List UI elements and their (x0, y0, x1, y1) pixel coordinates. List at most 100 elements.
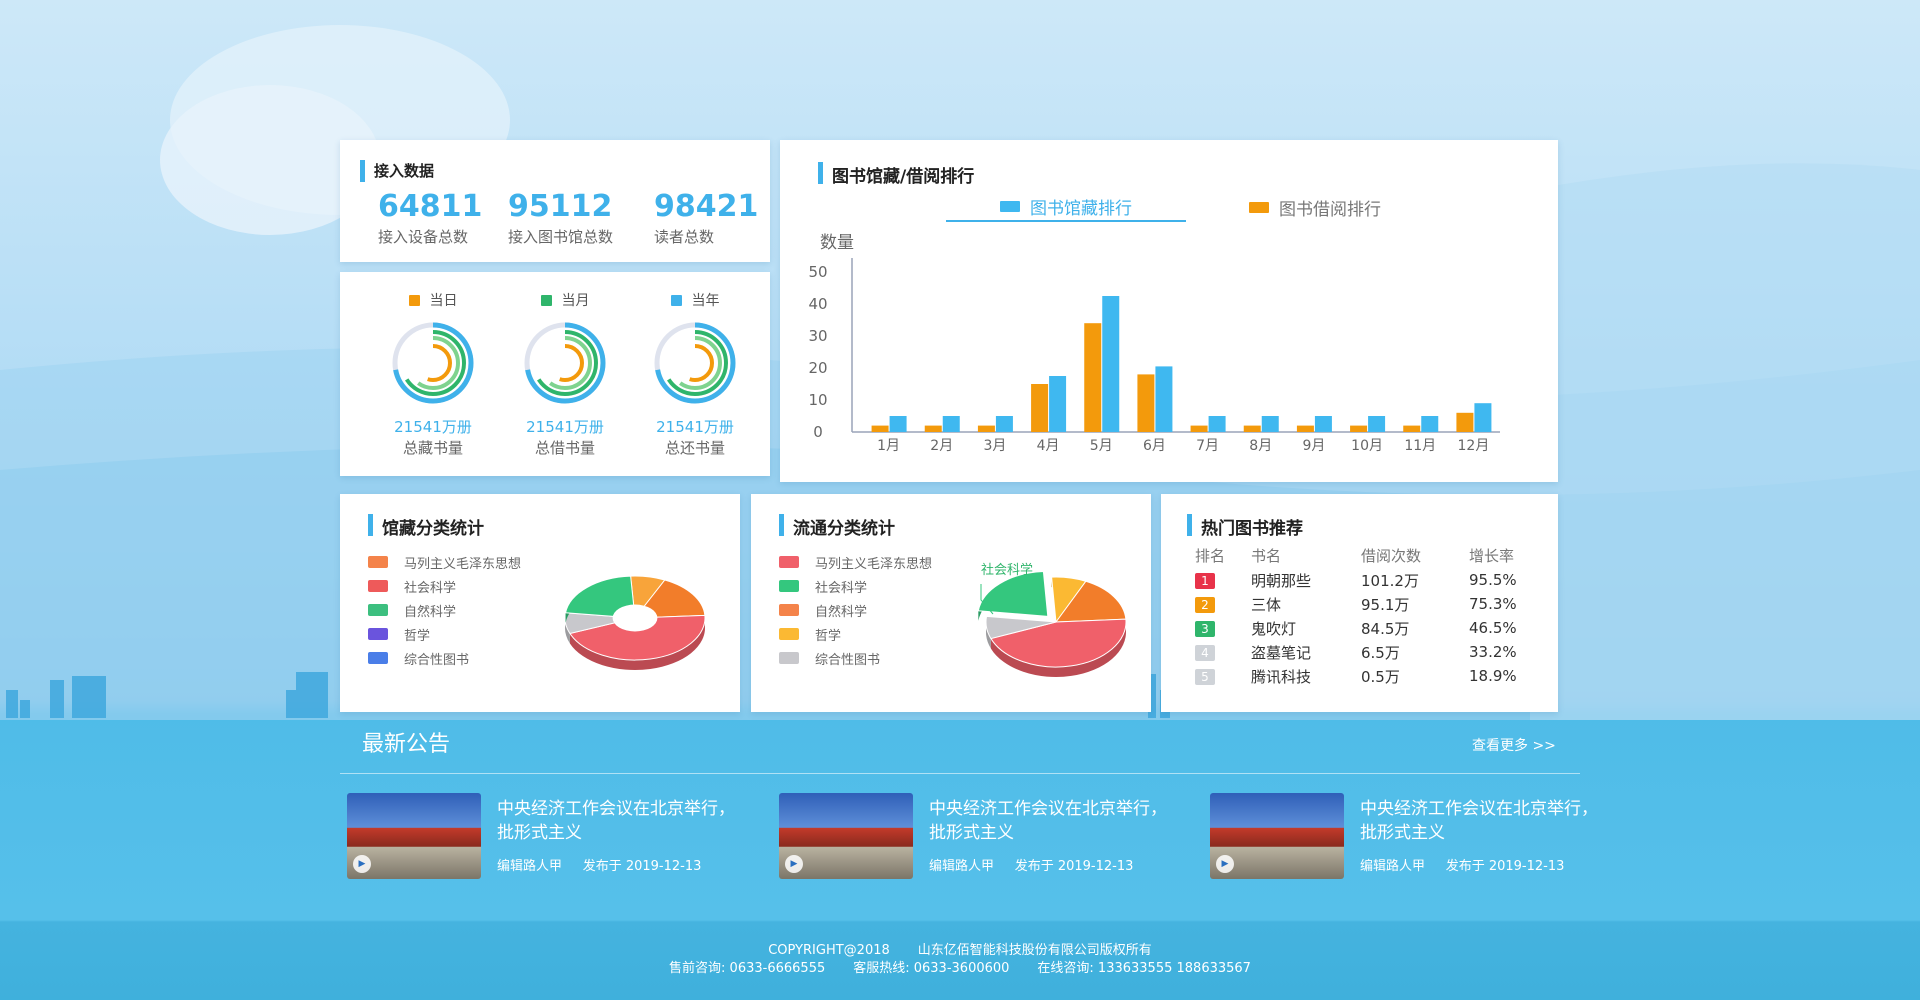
news-title[interactable]: 中央经济工作会议在北京举行，批形式主义 (497, 797, 737, 845)
legend-item[interactable]: 哲学 (368, 622, 521, 646)
news-meta: 编辑路人甲 发布于 2019-12-13 (1360, 855, 1564, 874)
news-thumbnail[interactable]: ▶ (347, 793, 481, 879)
legend-label: 马列主义毛泽东思想 (815, 556, 933, 572)
copyright: COPYRIGHT@2018 (768, 943, 890, 958)
bar[interactable] (1102, 296, 1120, 432)
news-title[interactable]: 中央经济工作会议在北京举行，批形式主义 (1360, 797, 1600, 845)
y-axis-label: 数量 (820, 233, 854, 253)
play-icon[interactable]: ▶ (785, 855, 803, 873)
bar[interactable] (1190, 425, 1208, 432)
pie-chart: 社会科学 (977, 562, 1127, 677)
x-tick-label: 9月 (1302, 438, 1325, 454)
news-thumbnail[interactable]: ▶ (779, 793, 913, 879)
panel-title: 馆藏分类统计 (368, 514, 484, 539)
footer: COPYRIGHT@2018 山东亿佰智能科技股份有限公司版权所有 售前咨询: 0… (0, 942, 1920, 978)
news-title[interactable]: 中央经济工作会议在北京举行，批形式主义 (929, 797, 1169, 845)
legend-item[interactable]: 马列主义毛泽东思想 (779, 550, 932, 574)
growth-rate: 33.2% (1469, 643, 1517, 661)
bar[interactable] (1208, 416, 1226, 432)
bar[interactable] (1049, 376, 1067, 432)
rank-cell: 3 (1195, 616, 1251, 640)
play-icon[interactable]: ▶ (1216, 855, 1234, 873)
ring-label: 总借书量 (534, 439, 595, 457)
legend-item[interactable]: 哲学 (779, 622, 932, 646)
bar[interactable] (1456, 412, 1474, 432)
bar[interactable] (942, 416, 960, 432)
legend-item[interactable]: 马列主义毛泽东思想 (368, 550, 521, 574)
book-title: 三体 (1251, 595, 1282, 614)
bar[interactable] (1314, 416, 1332, 432)
legend-item[interactable]: 综合性图书 (779, 646, 932, 670)
col-rank: 排名 (1195, 546, 1226, 565)
bar[interactable] (871, 425, 889, 432)
news-item[interactable]: ▶ 中央经济工作会议在北京举行，批形式主义 编辑路人甲 发布于 2019-12-… (779, 793, 1199, 883)
legend-swatch (779, 556, 799, 568)
pie-legend: 马列主义毛泽东思想 社会科学自然科学哲学 综合性图书 (368, 550, 521, 670)
book-title: 鬼吹灯 (1251, 619, 1297, 638)
bar[interactable] (889, 416, 907, 432)
growth-rate: 75.3% (1469, 595, 1517, 613)
table-row[interactable]: 3 鬼吹灯 84.5万 46.5% (1195, 616, 1525, 640)
news-item[interactable]: ▶ 中央经济工作会议在北京举行，批形式主义 编辑路人甲 发布于 2019-12-… (1210, 793, 1630, 883)
news-thumbnail[interactable]: ▶ (1210, 793, 1344, 879)
legend-item[interactable]: 社会科学 (779, 574, 932, 598)
legend-label: 自然科学 (404, 604, 457, 620)
rings-panel: 当日 21541万册 总藏书量 当月 21541万册 总借书量 当年 21541… (340, 272, 770, 476)
bar[interactable] (1421, 416, 1439, 432)
bar[interactable] (1368, 416, 1386, 432)
x-tick-label: 11月 (1404, 438, 1436, 454)
col-title: 书名 (1251, 546, 1282, 565)
bar[interactable] (1474, 403, 1492, 432)
stat-value: 64811 (378, 189, 483, 224)
legend-swatch (368, 604, 388, 616)
borrow-count: 0.5万 (1361, 667, 1400, 686)
divider (340, 773, 1580, 774)
ring-arc (400, 330, 466, 396)
y-tick-label: 0 (813, 423, 823, 441)
legend-label: 当月 (561, 293, 590, 309)
table-row[interactable]: 2 三体 95.1万 75.3% (1195, 592, 1525, 616)
news-editor: 编辑路人甲 (497, 859, 563, 874)
legend-swatch (368, 556, 388, 568)
book-title: 盗墓笔记 (1251, 643, 1312, 662)
bar[interactable] (924, 425, 942, 432)
bar[interactable] (1243, 425, 1261, 432)
news-date: 发布于 2019-12-13 (1014, 859, 1134, 874)
legend-swatch (779, 604, 799, 616)
borrow-count: 6.5万 (1361, 643, 1400, 662)
stat-readers: 98421 读者总数 (654, 190, 758, 247)
table-row[interactable]: 1 明朝那些 101.2万 95.5% (1195, 568, 1525, 592)
bar[interactable] (1261, 416, 1279, 432)
ring-value: 21541万册 (656, 418, 734, 436)
legend-item[interactable]: 自然科学 (368, 598, 521, 622)
view-more-link[interactable]: 查看更多 >> (1472, 735, 1556, 755)
table-row[interactable]: 4 盗墓笔记 6.5万 33.2% (1195, 640, 1525, 664)
legend-label: 哲学 (815, 628, 842, 644)
y-tick-label: 40 (808, 295, 827, 313)
x-tick-label: 12月 (1458, 438, 1490, 454)
panel-title: 流通分类统计 (779, 514, 895, 539)
legend-item[interactable]: 自然科学 (779, 598, 932, 622)
legend-swatch (408, 294, 420, 306)
bar[interactable] (1084, 323, 1102, 432)
bar[interactable] (1403, 425, 1421, 432)
play-icon[interactable]: ▶ (353, 855, 371, 873)
legend-item[interactable]: 综合性图书 (368, 646, 521, 670)
bar[interactable] (1296, 425, 1314, 432)
ring-label: 总还书量 (664, 439, 725, 457)
growth-rate: 18.9% (1469, 667, 1517, 685)
x-tick-label: 5月 (1090, 438, 1113, 454)
legend-swatch (368, 628, 388, 640)
bar[interactable] (1155, 366, 1173, 432)
bar[interactable] (1031, 384, 1049, 432)
bar[interactable] (977, 425, 995, 432)
y-tick-label: 10 (808, 391, 827, 409)
bar[interactable] (1350, 425, 1368, 432)
concentric-ring-chart (654, 322, 736, 404)
legend-item[interactable]: 社会科学 (368, 574, 521, 598)
stat-devices: 64811 接入设备总数 (378, 190, 482, 247)
bar[interactable] (995, 416, 1013, 432)
bar[interactable] (1137, 374, 1155, 432)
news-item[interactable]: ▶ 中央经济工作会议在北京举行，批形式主义 编辑路人甲 发布于 2019-12-… (347, 793, 767, 883)
table-row[interactable]: 5 腾讯科技 0.5万 18.9% (1195, 664, 1525, 688)
